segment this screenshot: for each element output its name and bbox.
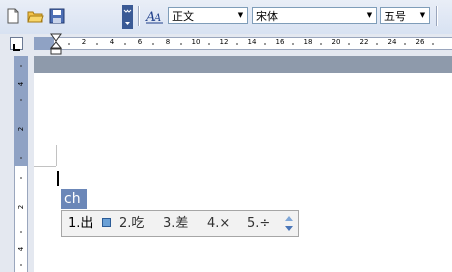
- ruler-ticks: [68, 43, 434, 45]
- ime-composition-box: ch: [61, 189, 87, 209]
- style-dropdown-value: 正文: [172, 10, 194, 23]
- ime-candidate-window: 1.出 2.吃 3.差 4.× 5.÷: [61, 210, 299, 237]
- font-dropdown[interactable]: 宋体 ▼: [252, 7, 377, 24]
- toolbar-separator: [138, 6, 139, 26]
- formatting-toolbar: AA 正文 ▼ 宋体 ▼ 五号 ▼: [0, 0, 452, 35]
- text-cursor: [57, 171, 59, 186]
- tab-selector-button[interactable]: [10, 37, 23, 51]
- margin-guide: [56, 145, 57, 166]
- font-dropdown-value: 宋体: [256, 10, 278, 23]
- font-size-dropdown-value: 五号: [384, 10, 406, 23]
- toolbar-separator: [436, 6, 437, 26]
- chevron-down-icon: ▼: [366, 11, 373, 19]
- new-document-icon[interactable]: [4, 7, 22, 25]
- document-page[interactable]: [34, 73, 452, 272]
- ime-candidate-5[interactable]: 5.÷: [247, 211, 270, 236]
- ime-candidate-3[interactable]: 3.差: [163, 211, 188, 236]
- ime-candidate-1[interactable]: 1.出: [68, 211, 93, 236]
- candidate-page-arrows[interactable]: [284, 214, 294, 233]
- open-folder-icon[interactable]: [26, 7, 44, 25]
- style-dropdown[interactable]: 正文 ▼: [168, 7, 248, 24]
- svg-text:A: A: [153, 13, 161, 24]
- candidate-badge-icon: [102, 218, 111, 227]
- ime-composition-text: ch: [64, 191, 81, 207]
- styles-icon[interactable]: AA: [145, 7, 163, 25]
- chevron-down-icon: ▼: [419, 11, 426, 19]
- page-header-gap: [34, 56, 452, 73]
- indent-marker[interactable]: [49, 33, 63, 55]
- font-size-dropdown[interactable]: 五号 ▼: [380, 7, 430, 24]
- chevron-down-icon: ▼: [237, 11, 244, 19]
- ime-candidate-4[interactable]: 4.×: [207, 211, 230, 236]
- toolbar-options-icon[interactable]: [122, 5, 133, 29]
- vertical-ruler-ticks: [20, 65, 22, 266]
- save-icon[interactable]: [48, 7, 66, 25]
- ime-candidate-2[interactable]: 2.吃: [119, 211, 144, 236]
- margin-guide: [34, 166, 56, 167]
